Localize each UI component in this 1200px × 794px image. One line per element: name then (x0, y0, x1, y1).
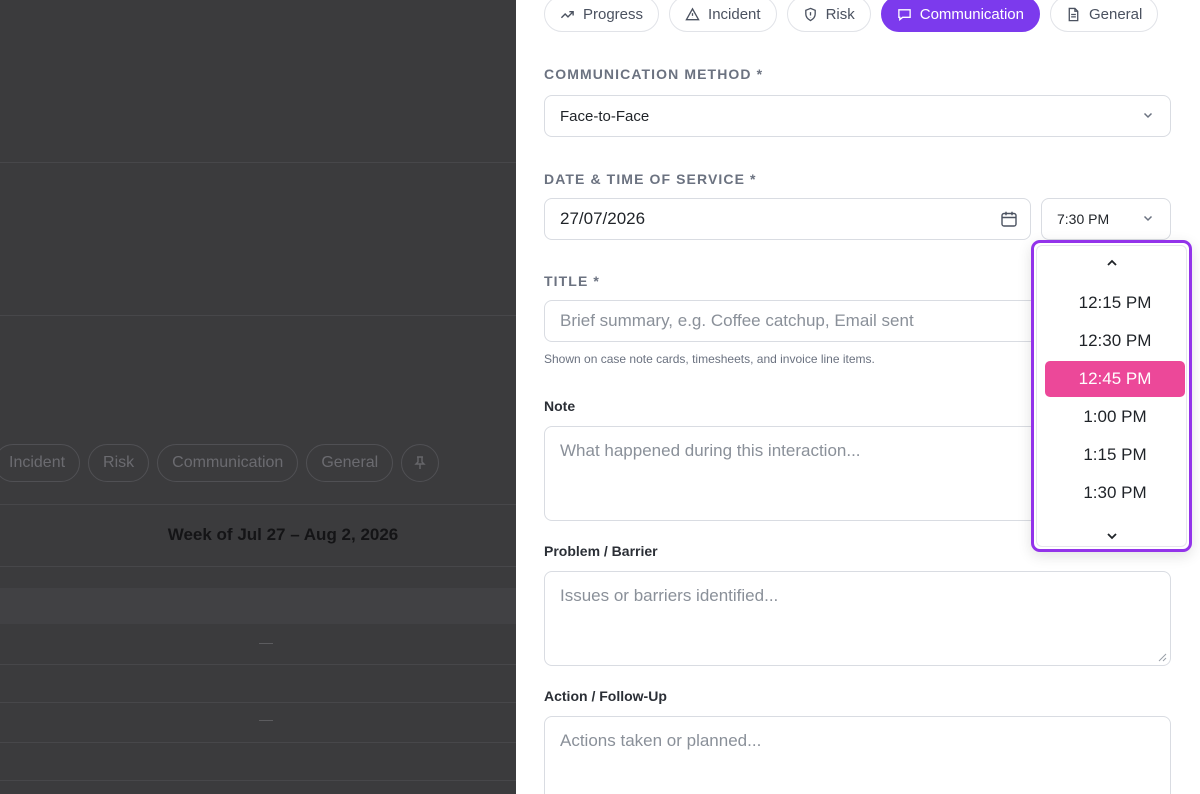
empty-cell: — (259, 711, 273, 727)
time-dropdown-list: 12:15 PM 12:30 PM 12:45 PM 1:00 PM 1:15 … (1036, 245, 1187, 547)
time-option[interactable]: 12:30 PM (1045, 323, 1185, 359)
action-textarea[interactable]: Actions taken or planned... (544, 716, 1171, 794)
document-icon (1068, 7, 1079, 21)
chevron-down-icon (1143, 112, 1153, 119)
warning-icon (685, 7, 700, 20)
tab-label: Communication (919, 5, 1024, 23)
title-hint: Shown on case note cards, timesheets, an… (544, 352, 875, 366)
note-placeholder: What happened during this interaction... (560, 441, 861, 460)
divider (0, 566, 516, 567)
time-option-selected[interactable]: 12:45 PM (1045, 361, 1185, 397)
time-select[interactable]: 7:30 PM (1041, 198, 1171, 240)
problem-placeholder: Issues or barriers identified... (560, 586, 779, 605)
scroll-up-button[interactable] (1037, 256, 1186, 270)
divider (0, 162, 516, 163)
method-label: COMMUNICATION METHOD * (544, 66, 764, 82)
divider (0, 664, 516, 665)
tab-general[interactable]: General (1049, 0, 1159, 32)
tab-risk[interactable]: Risk (786, 0, 871, 32)
note-label: Note (544, 398, 576, 414)
action-placeholder: Actions taken or planned... (560, 731, 762, 750)
time-value: 7:30 PM (1057, 211, 1110, 227)
chip-risk[interactable]: Risk (88, 444, 150, 482)
time-dropdown: 12:15 PM 12:30 PM 12:45 PM 1:00 PM 1:15 … (1031, 240, 1192, 552)
calendar-icon[interactable] (1000, 210, 1018, 228)
tab-incident[interactable]: Incident (669, 0, 777, 32)
table-header-band (0, 588, 516, 624)
time-option[interactable]: 1:30 PM (1045, 475, 1185, 511)
pin-icon[interactable] (401, 444, 440, 482)
chevron-down-icon (1106, 533, 1117, 540)
note-type-tabs: Progress Incident Risk Communication Gen… (544, 0, 1159, 32)
divider (0, 702, 516, 703)
divider (0, 504, 516, 505)
tab-progress[interactable]: Progress (544, 0, 660, 32)
method-value: Face-to-Face (560, 107, 650, 125)
time-option[interactable]: 12:15 PM (1045, 285, 1185, 321)
problem-textarea[interactable]: Issues or barriers identified... (544, 571, 1171, 666)
resize-handle-icon[interactable] (1157, 652, 1167, 662)
divider (0, 315, 516, 316)
chevron-up-icon (1106, 259, 1117, 266)
week-heading: Week of Jul 27 – Aug 2, 2026 (167, 525, 399, 544)
trend-up-icon (560, 10, 574, 18)
shield-icon (804, 7, 816, 21)
action-label: Action / Follow-Up (544, 688, 667, 704)
chip-communication[interactable]: Communication (157, 444, 299, 482)
method-select[interactable]: Face-to-Face (544, 95, 1171, 137)
tab-label: Progress (583, 5, 644, 23)
time-option[interactable]: 1:00 PM (1045, 399, 1185, 435)
divider (0, 780, 516, 781)
tab-label: Risk (825, 5, 855, 23)
filter-chips: Incident Risk Communication General (0, 444, 440, 482)
empty-cell: — (259, 634, 273, 650)
title-label: TITLE * (544, 273, 600, 289)
date-input[interactable]: 27/07/2026 (544, 198, 1031, 240)
background-page: Incident Risk Communication General Week… (0, 0, 516, 794)
title-placeholder: Brief summary, e.g. Coffee catchup, Emai… (560, 311, 914, 330)
tab-label: General (1088, 5, 1143, 23)
time-option[interactable]: 1:15 PM (1045, 437, 1185, 473)
tab-communication[interactable]: Communication (880, 0, 1040, 32)
chip-general[interactable]: General (306, 444, 394, 482)
scroll-down-button[interactable] (1037, 529, 1186, 543)
message-icon (897, 8, 911, 21)
chevron-down-icon (1143, 215, 1153, 222)
datetime-label: DATE & TIME OF SERVICE * (544, 171, 757, 187)
chip-incident[interactable]: Incident (0, 444, 81, 482)
divider (0, 742, 516, 743)
problem-label: Problem / Barrier (544, 543, 658, 559)
date-value: 27/07/2026 (560, 209, 646, 228)
tab-label: Incident (708, 5, 761, 23)
